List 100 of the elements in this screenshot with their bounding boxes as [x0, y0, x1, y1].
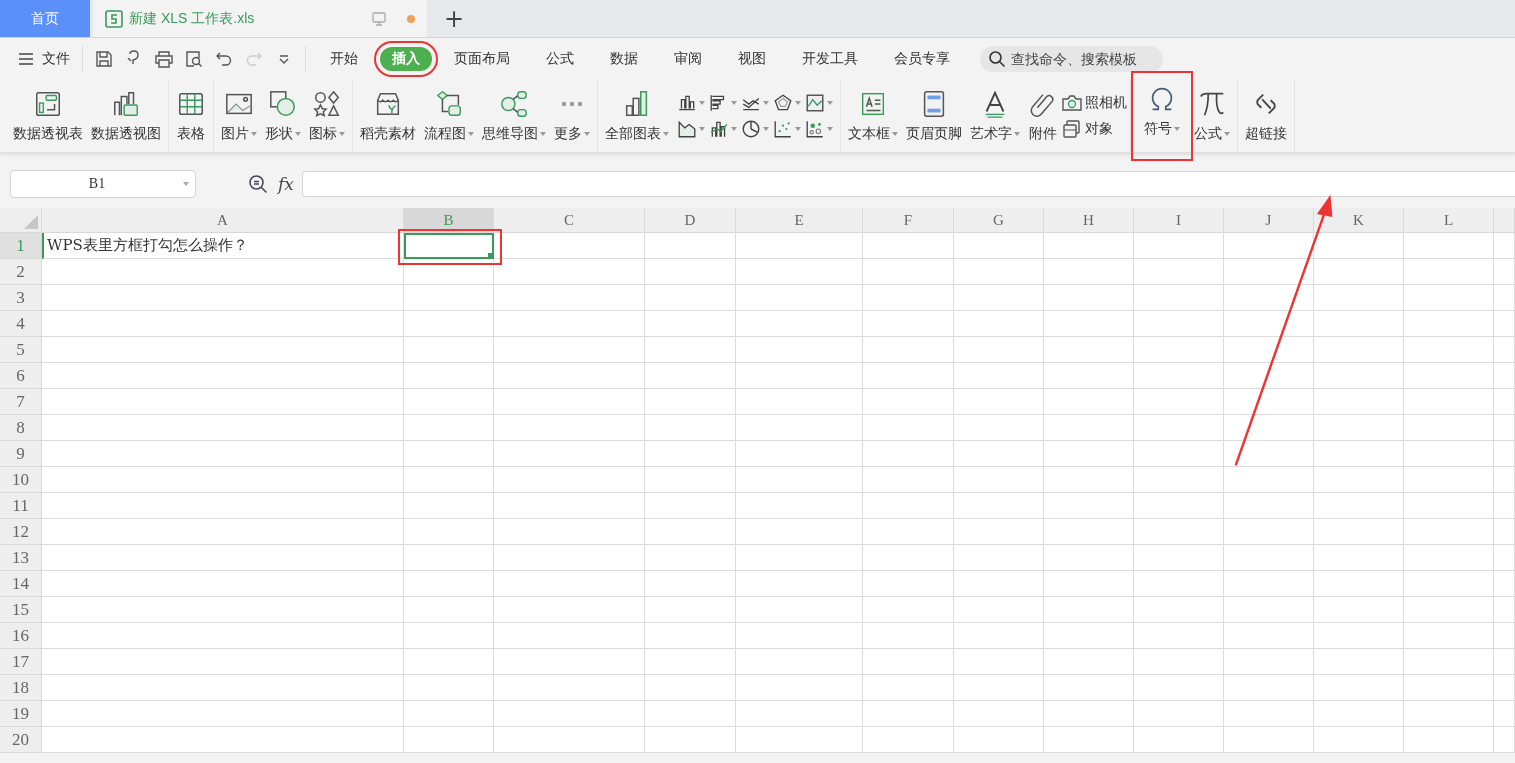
table-cell	[1494, 467, 1515, 493]
column-header[interactable]: C	[494, 208, 645, 233]
table-cell	[1494, 493, 1515, 519]
ribbon-button[interactable]: 形状	[261, 85, 305, 147]
ribbon-button[interactable]: 数据透视表	[9, 85, 87, 147]
table-cell	[1494, 363, 1515, 389]
column-header[interactable]: I	[1134, 208, 1224, 233]
stock-chart-icon	[677, 119, 697, 139]
chart-type-button[interactable]	[773, 119, 801, 139]
search-field[interactable]: 查找命令、搜索模板	[980, 46, 1163, 72]
row-header[interactable]: 2	[0, 259, 42, 285]
row-header[interactable]: 3	[0, 285, 42, 311]
table-cell	[1494, 389, 1515, 415]
ribbon-tab[interactable]: 开发工具	[788, 47, 872, 71]
ribbon-button[interactable]: 超链接	[1241, 85, 1291, 147]
ribbon-button[interactable]: 流程图	[420, 85, 478, 147]
table-cell	[1494, 623, 1515, 649]
pie-chart-icon	[741, 119, 761, 139]
row-header[interactable]: 4	[0, 311, 42, 337]
row-header[interactable]: 13	[0, 545, 42, 571]
zoom-icon[interactable]	[248, 173, 268, 194]
document-title: 新建 XLS 工作表.xls	[129, 9, 256, 28]
chart-type-button[interactable]	[805, 119, 833, 139]
table-cell	[1494, 233, 1515, 259]
table-cell	[1494, 259, 1515, 285]
ribbon-button[interactable]: 符号	[1134, 74, 1190, 158]
chart-type-button[interactable]	[709, 93, 737, 113]
row-header[interactable]: 16	[0, 623, 42, 649]
ribbon-tab[interactable]: 开始	[316, 47, 372, 71]
ribbon-tab[interactable]: 视图	[724, 47, 780, 71]
row-header[interactable]: 14	[0, 571, 42, 597]
print-icon[interactable]	[155, 50, 173, 68]
ribbon-button[interactable]: 稻壳素材	[356, 85, 420, 147]
chart-type-button[interactable]	[773, 93, 801, 113]
ribbon-button[interactable]: 公式	[1190, 85, 1234, 147]
row-header[interactable]: 9	[0, 441, 42, 467]
ribbon-button[interactable]: 全部图表	[601, 85, 673, 147]
caret-icon	[183, 181, 189, 186]
column-header[interactable]: F	[863, 208, 954, 233]
ribbon-tab[interactable]: 公式	[532, 47, 588, 71]
row-header[interactable]: 18	[0, 675, 42, 701]
undo-icon[interactable]	[215, 50, 233, 68]
print-preview-icon[interactable]	[185, 50, 203, 68]
name-box[interactable]: B1	[10, 169, 196, 198]
save-icon[interactable]	[95, 50, 113, 68]
new-tab-button[interactable]: +	[427, 0, 481, 37]
row-header[interactable]: 15	[0, 597, 42, 623]
ribbon-tab[interactable]: 会员专享	[880, 47, 964, 71]
ribbon-tab[interactable]: 页面布局	[440, 47, 524, 71]
ribbon-button[interactable]: 页眉页脚	[902, 85, 966, 147]
row-header[interactable]: 7	[0, 389, 42, 415]
row-header[interactable]: 6	[0, 363, 42, 389]
area-chart-icon	[805, 93, 825, 113]
ribbon-tab[interactable]: 数据	[596, 47, 652, 71]
ribbon-button[interactable]: 文本框	[844, 85, 902, 147]
column-header[interactable]: J	[1224, 208, 1314, 233]
column-header[interactable]: E	[736, 208, 863, 233]
pivot-table-icon	[33, 89, 63, 119]
column-header[interactable]: K	[1314, 208, 1404, 233]
row-header[interactable]: 10	[0, 467, 42, 493]
chart-type-button[interactable]	[709, 119, 737, 139]
column-header[interactable]: H	[1044, 208, 1134, 233]
column-header[interactable]: A	[42, 208, 404, 233]
file-menu[interactable]: 文件	[16, 50, 76, 68]
function-button[interactable]: fx	[278, 173, 294, 194]
column-header[interactable]: L	[1404, 208, 1494, 233]
row-header[interactable]: 11	[0, 493, 42, 519]
table-cell	[1494, 545, 1515, 571]
row-header[interactable]: 20	[0, 727, 42, 753]
ribbon-button[interactable]: 艺术字	[966, 85, 1024, 147]
ribbon-button[interactable]: 表格	[172, 85, 210, 147]
active-cell[interactable]	[404, 233, 494, 259]
icons-icon	[312, 89, 342, 119]
ribbon-button[interactable]: 附件	[1024, 85, 1062, 147]
ribbon-button[interactable]: 照相机	[1062, 94, 1127, 112]
ribbon-button[interactable]: 图标	[305, 85, 349, 147]
row-header[interactable]: 8	[0, 415, 42, 441]
home-tab[interactable]: 首页	[0, 0, 90, 37]
ribbon-button[interactable]: 思维导图	[478, 85, 550, 147]
ribbon-button[interactable]: 对象	[1062, 120, 1127, 138]
ribbon-button[interactable]: 数据透视图	[87, 85, 165, 147]
row-header[interactable]: 19	[0, 701, 42, 727]
row-header[interactable]: 12	[0, 519, 42, 545]
ribbon-tab[interactable]: 审阅	[660, 47, 716, 71]
row-header[interactable]: 5	[0, 337, 42, 363]
chart-type-button[interactable]	[677, 119, 705, 139]
menu-icon	[18, 51, 34, 67]
formula-input[interactable]	[301, 170, 1515, 197]
ribbon-button[interactable]: 更多	[550, 85, 594, 147]
row-header[interactable]: 17	[0, 649, 42, 675]
flowchart-icon	[434, 89, 464, 119]
column-header[interactable]: G	[954, 208, 1044, 233]
table-cell	[1494, 337, 1515, 363]
ribbon-button[interactable]: 图片	[217, 85, 261, 147]
column-header[interactable]: D	[645, 208, 736, 233]
chart-type-button[interactable]	[677, 93, 705, 113]
chart-type-button[interactable]	[741, 119, 769, 139]
table-cell: WPS表里方框打勾怎么操作？	[42, 233, 404, 259]
chart-type-button[interactable]	[805, 93, 833, 113]
document-tab[interactable]: 新建 XLS 工作表.xls	[93, 0, 427, 37]
